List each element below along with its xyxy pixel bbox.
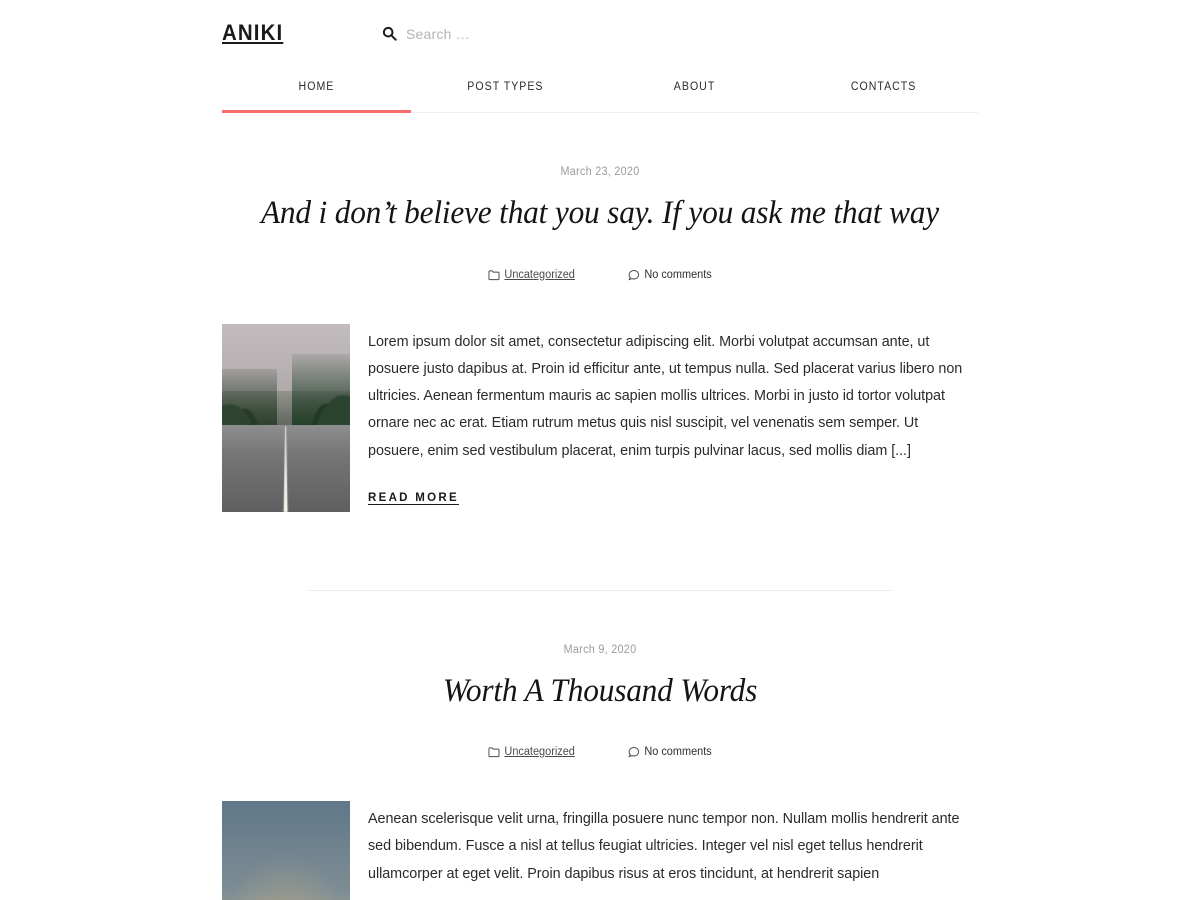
nav-link-contacts[interactable]: CONTACTS: [851, 81, 917, 93]
post-meta: Uncategorized No comments: [222, 269, 978, 281]
post-category[interactable]: Uncategorized: [488, 746, 575, 758]
post-thumbnail[interactable]: [222, 323, 350, 512]
comment-icon: [628, 746, 639, 758]
comment-icon: [628, 269, 639, 281]
post-thumbnail-image: [222, 801, 350, 900]
post-comments[interactable]: No comments: [628, 746, 712, 759]
main-navigation: HOME POST TYPES ABOUT CONTACTS: [222, 65, 978, 113]
folder-icon: [488, 746, 500, 758]
post-excerpt: Aenean scelerisque velit urna, fringilla…: [368, 811, 960, 882]
nav-link-about[interactable]: ABOUT: [674, 81, 716, 93]
post-comments-text: No comments: [643, 268, 712, 281]
post-item: March 9, 2020 Worth A Thousand Words Unc…: [222, 591, 978, 900]
post-item: March 23, 2020 And i don’t believe that …: [222, 113, 978, 512]
page-root: ANIKI HOME POST TYPES ABOUT: [0, 0, 1200, 900]
site-header: ANIKI: [222, 0, 978, 65]
post-title[interactable]: Worth A Thousand Words: [241, 672, 959, 712]
nav-item-post-types[interactable]: POST TYPES: [411, 65, 600, 112]
read-more-link[interactable]: READ MORE: [368, 492, 459, 504]
post-category-link[interactable]: Uncategorized: [505, 746, 575, 758]
nav-item-about[interactable]: ABOUT: [600, 65, 789, 112]
site-logo[interactable]: ANIKI: [222, 21, 371, 44]
nav-link-home[interactable]: HOME: [299, 81, 335, 93]
post-comments-text: No comments: [643, 746, 712, 759]
search-form[interactable]: [382, 24, 978, 42]
search-input[interactable]: [406, 25, 706, 42]
nav-item-contacts[interactable]: CONTACTS: [789, 65, 978, 112]
post-meta: Uncategorized No comments: [222, 746, 978, 758]
post-title[interactable]: And i don’t believe that you say. If you…: [241, 194, 959, 234]
nav-item-home[interactable]: HOME: [222, 65, 411, 113]
post-date: March 23, 2020: [560, 166, 640, 178]
post-category-link[interactable]: Uncategorized: [505, 269, 575, 281]
post-comments[interactable]: No comments: [628, 268, 712, 281]
post-excerpt: Lorem ipsum dolor sit amet, consectetur …: [368, 333, 963, 459]
post-title-text: Worth A Thousand Words: [442, 672, 758, 709]
folder-icon: [488, 269, 500, 281]
nav-link-post-types[interactable]: POST TYPES: [467, 81, 543, 93]
post-date: March 9, 2020: [563, 643, 637, 656]
post-list: March 23, 2020 And i don’t believe that …: [222, 113, 978, 900]
post-thumbnail-image: [222, 323, 350, 512]
post-title-text: And i don’t believe that you say. If you…: [260, 195, 940, 231]
post-thumbnail[interactable]: [222, 801, 350, 900]
search-icon[interactable]: [382, 26, 397, 41]
post-category[interactable]: Uncategorized: [488, 269, 575, 281]
